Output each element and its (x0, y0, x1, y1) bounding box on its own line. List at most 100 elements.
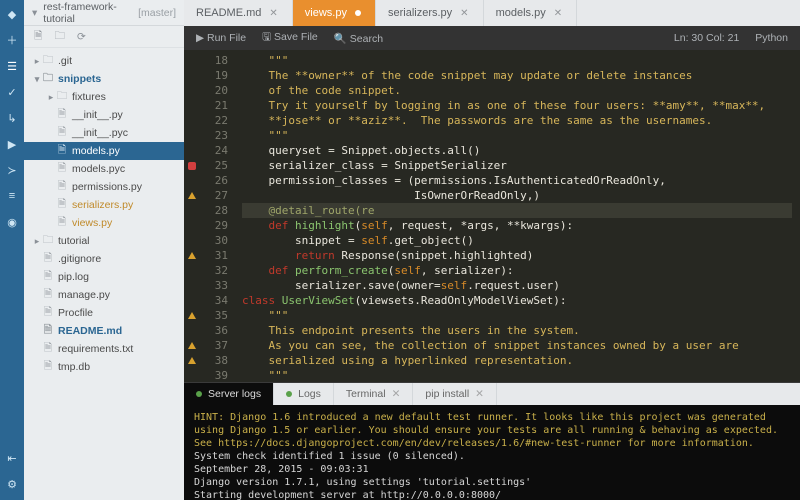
close-icon[interactable]: ✕ (392, 388, 401, 400)
tree-node[interactable]: 🗎manage.py (24, 286, 184, 304)
close-icon[interactable]: ✕ (475, 388, 484, 400)
tree-node[interactable]: ▸🗀tutorial (24, 232, 184, 250)
tree-node-label: __init__.pyc (72, 127, 128, 139)
warning-marker-icon (188, 357, 196, 364)
file-icon: 🗎 (42, 268, 54, 286)
add-icon[interactable]: ＋ (4, 32, 20, 48)
file-icon: 🗎 (56, 178, 68, 196)
tab-label: serializers.py (388, 7, 452, 19)
tree-node[interactable]: 🗎requirements.txt (24, 340, 184, 358)
tree-node-label: permissions.py (72, 181, 142, 193)
file-icon: 🗎 (42, 304, 54, 322)
file-icon: 🗎 (56, 106, 68, 124)
tab-label: views.py (305, 7, 347, 19)
file-icon: 🗎 (56, 124, 68, 142)
tree-node[interactable]: 🗎views.py (24, 214, 184, 232)
check-icon[interactable]: ✓ (4, 84, 20, 100)
tree-node[interactable]: 🗎 models.py (24, 142, 184, 160)
file-icon: 🗎 (42, 286, 54, 304)
tree-node[interactable]: 🗎 .gitignore (24, 250, 184, 268)
files-icon[interactable]: ☰ (4, 58, 20, 74)
tree-node[interactable]: 🗎 permissions.py (24, 178, 184, 196)
preview-icon[interactable]: ◉ (4, 214, 20, 230)
tree-node[interactable]: 🗎 README.md (24, 322, 184, 340)
file-icon: 🗎 (42, 322, 54, 340)
run-file-button[interactable]: ▶ Run File (196, 32, 246, 44)
editor-tab[interactable]: README.md ✕ (184, 0, 293, 26)
warning-marker-icon (188, 252, 196, 259)
terminal-icon[interactable]: ≻ (4, 162, 20, 178)
file-icon: 🗎 (42, 358, 54, 376)
warning-marker-icon (188, 342, 196, 349)
terminal-output[interactable]: HINT: Django 1.6 introduced a new defaul… (184, 405, 800, 500)
save-file-button[interactable]: 🖫 Save File (262, 29, 318, 47)
close-icon[interactable]: ✕ (554, 8, 562, 19)
tree-node[interactable]: 🗎 tmp.db (24, 358, 184, 376)
tree-node-label: __init__.py (72, 109, 123, 121)
folder-icon: 🗀 (56, 88, 68, 106)
file-icon: 🗎 (56, 142, 68, 160)
play-icon[interactable]: ▶ (4, 136, 20, 152)
branch-icon[interactable]: ↳ (4, 110, 20, 126)
bottom-panel: Server logsLogsTerminal✕pip install✕ HIN… (184, 382, 800, 500)
cursor-position: Ln: 30 Col: 21 (674, 32, 739, 44)
refresh-icon[interactable]: ⟳ (77, 31, 86, 43)
tree-node-label: .gitignore (58, 253, 101, 265)
folder-icon: 🗀 (42, 70, 54, 88)
panel-tabs: Server logsLogsTerminal✕pip install✕ (184, 383, 800, 405)
tree-node-label: tmp.db (58, 361, 90, 373)
tree-node-label: requirements.txt (58, 343, 133, 355)
chevron-down-icon[interactable]: ▾ (32, 7, 37, 19)
tree-node-label: models.pyc (72, 163, 125, 175)
editor-tab[interactable]: models.py✕ (484, 0, 578, 26)
panel-tab[interactable]: Terminal✕ (334, 383, 414, 405)
tree-node[interactable]: ▸🗀.git (24, 52, 184, 70)
tree-node[interactable]: ▸🗀fixtures (24, 88, 184, 106)
editor-tab[interactable]: views.py (293, 0, 376, 26)
panel-tab[interactable]: Logs (274, 383, 334, 405)
new-folder-icon[interactable]: 🗀 (54, 28, 65, 46)
file-icon: 🗎 (42, 250, 54, 268)
editor-tabs: README.md✕views.pyserializers.py✕models.… (184, 0, 800, 26)
tab-label: README.md (196, 7, 261, 19)
status-dot-icon (286, 391, 292, 397)
tree-node[interactable]: 🗎Procfile (24, 304, 184, 322)
tree-node-label: models.py (72, 145, 120, 157)
warning-marker-icon (188, 312, 196, 319)
close-icon[interactable]: ✕ (460, 8, 468, 19)
close-icon[interactable]: ✕ (269, 8, 277, 19)
new-file-icon[interactable]: 🗎 (34, 28, 42, 46)
sidebar-header: ▾ rest-framework-tutorial [master] (24, 0, 184, 26)
status-dot-icon (196, 391, 202, 397)
folder-icon: 🗀 (42, 232, 54, 250)
collapse-icon[interactable]: ⇤ (4, 450, 20, 466)
editor-tab[interactable]: serializers.py ✕ (376, 0, 484, 26)
tree-node[interactable]: ▾🗀snippets (24, 70, 184, 88)
panel-tab[interactable]: pip install✕ (413, 383, 497, 405)
tree-node-label: views.py (72, 217, 112, 229)
logo-icon[interactable]: ◆ (4, 6, 20, 22)
tree-node[interactable]: 🗎 __init__.pyc (24, 124, 184, 142)
tree-node-label: README.md (58, 325, 122, 337)
repo-name: rest-framework-tutorial (43, 1, 132, 25)
tree-node[interactable]: 🗎 models.pyc (24, 160, 184, 178)
tree-node[interactable]: 🗎serializers.py (24, 196, 184, 214)
file-icon: 🗎 (56, 196, 68, 214)
tree-node[interactable]: 🗎 __init__.py (24, 106, 184, 124)
tree-node-label: pip.log (58, 271, 89, 283)
error-marker-icon (188, 162, 196, 170)
language-mode[interactable]: Python (755, 32, 788, 44)
tree-node-label: snippets (58, 73, 101, 85)
tree-node[interactable]: 🗎 pip.log (24, 268, 184, 286)
docs-icon[interactable]: ≡ (4, 188, 20, 204)
folder-icon: 🗀 (42, 52, 54, 70)
branch-name: [master] (138, 7, 176, 19)
editor-toolbar: ▶ Run File 🖫 Save File 🔍 Search Ln: 30 C… (184, 26, 800, 50)
code-editor[interactable]: 1819202122232425262728293031323334353637… (184, 50, 800, 382)
file-tree: ▸🗀.git▾🗀snippets▸🗀fixtures🗎__init__.py🗎_… (24, 48, 184, 500)
sidebar-tools: 🗎 🗀 ⟳ (24, 26, 184, 48)
file-icon: 🗎 (56, 160, 68, 178)
settings-icon[interactable]: ⚙ (4, 476, 20, 492)
search-button[interactable]: 🔍 Search (334, 32, 383, 45)
panel-tab[interactable]: Server logs (184, 383, 274, 405)
